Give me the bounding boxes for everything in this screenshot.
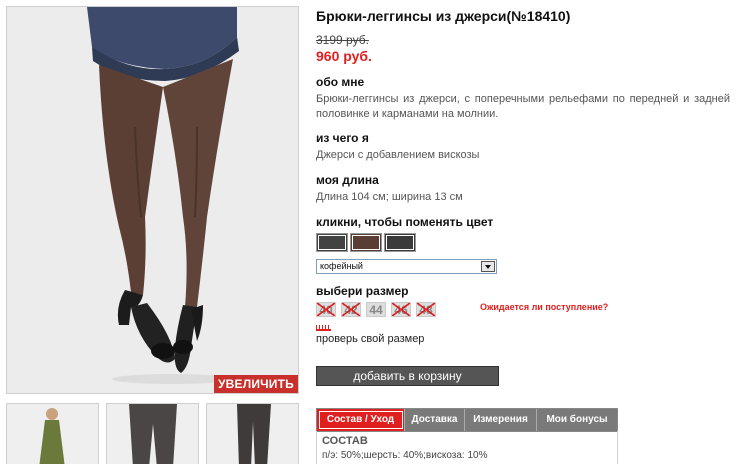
material-text: Джерси с добавлением вискозы xyxy=(316,149,480,161)
size-heading: выбери размер xyxy=(316,284,409,298)
thumbnail-image xyxy=(207,404,298,464)
about-text: Брюки-леггинсы из джерси, с поперечными … xyxy=(316,93,730,120)
add-to-cart-button[interactable]: добавить в корзину xyxy=(316,366,499,386)
main-product-photo[interactable]: УВЕЛИЧИТЬ xyxy=(6,6,299,394)
color-swatch-brown[interactable] xyxy=(350,233,382,252)
material-heading: из чего я xyxy=(316,131,369,145)
length-heading: моя длина xyxy=(316,173,379,187)
size-option-48[interactable]: 48 xyxy=(416,302,436,317)
info-tabs: Состав / Уход Доставка Измерения Мои бон… xyxy=(316,408,618,432)
color-heading: кликни, чтобы поменять цвет xyxy=(316,215,494,229)
size-option-42[interactable]: 42 xyxy=(341,302,361,317)
length-text: Длина 104 см; ширина 13 см xyxy=(316,191,463,203)
leggings-photo-illustration xyxy=(7,7,298,393)
new-price: 960 руб. xyxy=(316,48,372,64)
composition-heading: СОСТАВ xyxy=(322,435,368,447)
color-swatch-black[interactable] xyxy=(384,233,416,252)
tab-content: СОСТАВ п/э: 50%;шерсть: 40%;вискоза: 10% xyxy=(316,431,618,464)
old-price: 3199 руб. xyxy=(316,33,369,47)
tab-composition-care[interactable]: Состав / Уход xyxy=(317,409,405,431)
product-title: Брюки-леггинсы из джерси(№18410) xyxy=(316,8,571,24)
color-select[interactable]: кофейный xyxy=(316,259,497,274)
size-option-44[interactable]: 44 xyxy=(366,302,386,317)
thumbnail-image xyxy=(107,404,198,464)
ruler-icon[interactable] xyxy=(316,325,331,331)
chevron-down-icon[interactable] xyxy=(481,261,495,272)
size-option-46[interactable]: 46 xyxy=(391,302,411,317)
color-select-value: кофейный xyxy=(320,261,363,271)
thumbnail-1[interactable] xyxy=(6,403,99,464)
tab-bonuses[interactable]: Мои бонусы xyxy=(537,409,617,431)
check-size-link[interactable]: проверь свой размер xyxy=(316,333,424,345)
composition-text: п/э: 50%;шерсть: 40%;вискоза: 10% xyxy=(322,450,488,461)
color-swatch-gray[interactable] xyxy=(316,233,348,252)
thumbnail-3[interactable] xyxy=(206,403,299,464)
thumbnail-2[interactable] xyxy=(106,403,199,464)
tab-measurements[interactable]: Измерения xyxy=(465,409,537,431)
tab-delivery[interactable]: Доставка xyxy=(405,409,465,431)
thumbnail-image xyxy=(7,404,98,464)
about-heading: обо мне xyxy=(316,75,365,89)
zoom-button[interactable]: УВЕЛИЧИТЬ xyxy=(214,375,298,393)
expected-arrival-link[interactable]: Ожидается ли поступление? xyxy=(480,302,608,312)
size-option-40[interactable]: 40 xyxy=(316,302,336,317)
